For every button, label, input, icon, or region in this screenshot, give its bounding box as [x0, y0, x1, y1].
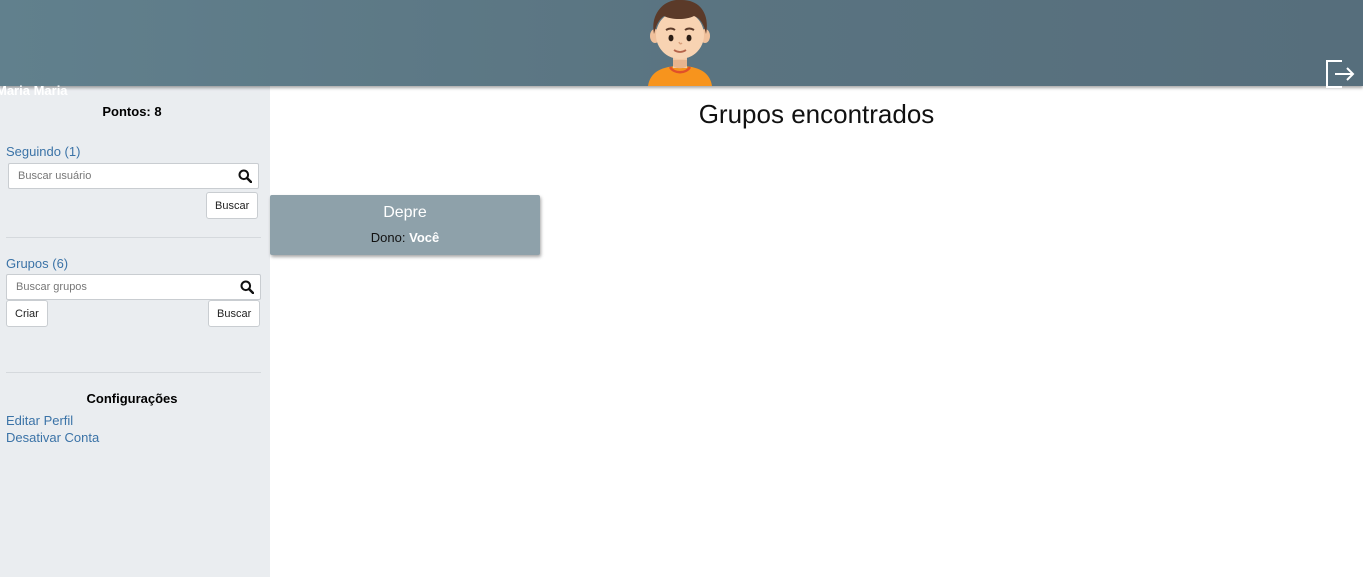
search-icon[interactable]	[238, 169, 252, 183]
owner-name: Você	[409, 230, 440, 245]
username: Maria Maria	[0, 83, 68, 98]
edit-profile-link[interactable]: Editar Perfil	[6, 413, 73, 428]
user-avatar-icon[interactable]	[642, 0, 718, 86]
group-search-field	[6, 274, 261, 300]
groups-link[interactable]: Grupos (6)	[6, 256, 68, 271]
group-name: Depre	[383, 204, 427, 221]
points-label: Pontos: 8	[102, 104, 162, 119]
page-title: Grupos encontrados	[698, 99, 935, 129]
user-search-input[interactable]	[9, 164, 232, 188]
group-owner: Dono: Você	[270, 230, 540, 245]
top-header	[0, 0, 1363, 89]
divider	[6, 372, 261, 373]
deactivate-account-link[interactable]: Desativar Conta	[6, 430, 99, 445]
create-group-button[interactable]: Criar	[6, 300, 48, 327]
group-card[interactable]: Depre Dono: Você	[270, 195, 540, 255]
logout-icon[interactable]	[1324, 59, 1356, 89]
user-search-field	[8, 163, 259, 189]
sidebar: Pontos: 8 Seguindo (1) Buscar Grupos (6)…	[0, 86, 270, 577]
owner-label: Dono:	[370, 230, 406, 245]
following-link[interactable]: Seguindo (1)	[6, 144, 80, 159]
search-icon[interactable]	[240, 280, 254, 294]
group-search-input[interactable]	[7, 275, 234, 299]
divider	[6, 237, 261, 238]
group-search-button[interactable]: Buscar	[208, 300, 261, 327]
user-search-button[interactable]: Buscar	[206, 192, 259, 219]
settings-title: Configurações	[86, 391, 178, 406]
